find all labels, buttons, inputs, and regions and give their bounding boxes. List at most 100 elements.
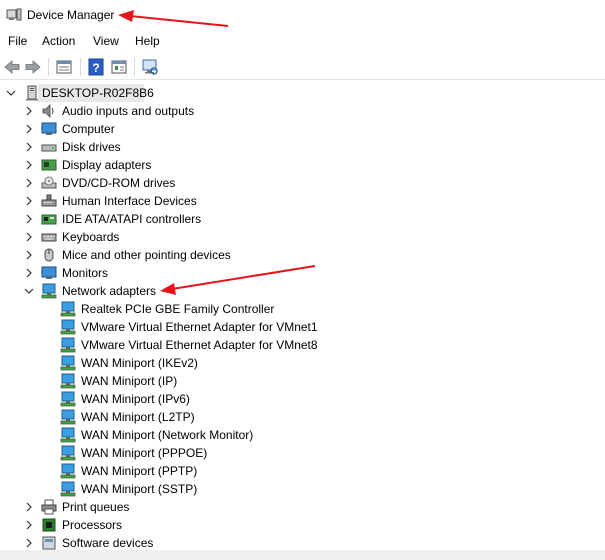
tree-category-label: Monitors <box>62 266 109 280</box>
tree-category-hid[interactable]: Human Interface Devices <box>0 192 580 210</box>
tree-device-label: WAN Miniport (PPTP) <box>81 464 198 478</box>
network-adapter-icon <box>60 301 76 317</box>
device-manager-icon <box>6 8 22 21</box>
tree-device-item[interactable]: Realtek PCIe GBE Family Controller <box>0 300 580 318</box>
tree-category-label: Software devices <box>62 536 154 550</box>
tree-device-item[interactable]: VMware Virtual Ethernet Adapter for VMne… <box>0 336 580 354</box>
network-adapter-icon <box>60 319 76 335</box>
menu-action[interactable]: Action <box>41 34 76 48</box>
tree-root[interactable]: DESKTOP-R02F8B6 <box>0 84 580 102</box>
tree-device-label: VMware Virtual Ethernet Adapter for VMne… <box>81 338 318 352</box>
tree-category-network-adapters[interactable]: Network adapters <box>0 282 580 300</box>
chevron-right-icon[interactable] <box>23 213 35 225</box>
tree-category-display-adapters[interactable]: Display adapters <box>0 156 580 174</box>
chevron-right-icon[interactable] <box>23 249 35 261</box>
processor-icon <box>42 518 56 532</box>
menu-help[interactable]: Help <box>134 34 161 48</box>
window-title: Device Manager <box>27 8 115 22</box>
menu-view[interactable]: View <box>92 34 120 48</box>
mouse-icon <box>44 248 54 262</box>
tree-category-keyboards[interactable]: Keyboards <box>0 228 580 246</box>
help-icon[interactable]: ? <box>87 58 105 76</box>
tree-category-audio[interactable]: Audio inputs and outputs <box>0 102 580 120</box>
svg-text:?: ? <box>92 61 99 75</box>
chevron-right-icon[interactable] <box>23 123 35 135</box>
printer-icon <box>41 499 57 515</box>
network-adapter-icon <box>60 391 76 407</box>
chevron-right-icon[interactable] <box>23 195 35 207</box>
menu-bar: File Action View Help <box>0 32 605 52</box>
tree-device-item[interactable]: WAN Miniport (Network Monitor) <box>0 426 580 444</box>
tree-category-label: Processors <box>62 518 123 532</box>
chevron-right-icon[interactable] <box>23 501 35 513</box>
tree-category-ide[interactable]: IDE ATA/ATAPI controllers <box>0 210 580 228</box>
network-adapter-icon <box>60 337 76 353</box>
tree-category-processors[interactable]: Processors <box>0 516 580 534</box>
network-adapter-icon <box>60 463 76 479</box>
device-tree[interactable]: DESKTOP-R02F8B6 Audio inputs and outputs… <box>0 84 605 560</box>
scan-hardware-icon[interactable] <box>141 58 159 76</box>
chevron-right-icon[interactable] <box>23 177 35 189</box>
keyboard-icon <box>41 233 57 242</box>
tree-category-label: Audio inputs and outputs <box>62 104 195 118</box>
toolbar-separator <box>134 58 135 76</box>
hid-icon <box>41 194 57 207</box>
chevron-right-icon[interactable] <box>23 231 35 243</box>
tree-device-label: VMware Virtual Ethernet Adapter for VMne… <box>81 320 318 334</box>
tree-device-item[interactable]: WAN Miniport (PPTP) <box>0 462 580 480</box>
tree-category-monitors[interactable]: Monitors <box>0 264 580 282</box>
chevron-right-icon[interactable] <box>23 141 35 153</box>
tree-device-item[interactable]: WAN Miniport (IKEv2) <box>0 354 580 372</box>
chevron-right-icon[interactable] <box>23 537 35 549</box>
network-adapter-icon <box>60 445 76 461</box>
tree-category-label: IDE ATA/ATAPI controllers <box>62 212 202 226</box>
tree-category-label: Human Interface Devices <box>62 194 197 208</box>
tree-category-mice[interactable]: Mice and other pointing devices <box>0 246 580 264</box>
tree-category-label: Network adapters <box>62 284 157 298</box>
toolbar-separator <box>80 58 81 76</box>
forward-arrow-icon[interactable] <box>24 58 42 76</box>
tree-category-computer[interactable]: Computer <box>0 120 580 138</box>
tree-device-label: WAN Miniport (IPv6) <box>81 392 190 406</box>
tree-device-item[interactable]: WAN Miniport (IPv6) <box>0 390 580 408</box>
chevron-right-icon[interactable] <box>23 105 35 117</box>
network-adapter-icon <box>41 283 57 299</box>
properties-grid-icon[interactable] <box>55 58 73 76</box>
chevron-right-icon[interactable] <box>23 159 35 171</box>
tree-category-disk-drives[interactable]: Disk drives <box>0 138 580 156</box>
ide-controller-icon <box>41 214 57 225</box>
tree-category-dvd[interactable]: DVD/CD-ROM drives <box>0 174 580 192</box>
chevron-right-icon[interactable] <box>23 519 35 531</box>
tree-device-item[interactable]: WAN Miniport (PPPOE) <box>0 444 580 462</box>
menu-file[interactable]: File <box>7 34 28 48</box>
update-driver-icon[interactable] <box>110 58 128 76</box>
toolbar: ? <box>0 54 605 80</box>
chevron-down-icon[interactable] <box>5 87 17 99</box>
monitor-icon <box>41 122 57 135</box>
chevron-right-icon[interactable] <box>23 267 35 279</box>
disk-drive-icon <box>41 144 57 152</box>
tree-category-label: Display adapters <box>62 158 152 172</box>
network-adapter-icon <box>60 355 76 371</box>
tree-device-item[interactable]: VMware Virtual Ethernet Adapter for VMne… <box>0 318 580 336</box>
network-adapter-icon <box>60 427 76 443</box>
tree-category-label: Print queues <box>62 500 130 514</box>
tree-device-item[interactable]: WAN Miniport (SSTP) <box>0 480 580 498</box>
tree-device-label: WAN Miniport (IKEv2) <box>81 356 198 370</box>
tree-category-label: Keyboards <box>62 230 120 244</box>
tree-device-item[interactable]: WAN Miniport (IP) <box>0 372 580 390</box>
horizontal-scrollbar[interactable] <box>0 550 605 560</box>
chevron-down-icon[interactable] <box>23 285 35 297</box>
title-bar: Device Manager <box>0 0 605 32</box>
tree-category-label: DVD/CD-ROM drives <box>62 176 176 190</box>
tree-category-label: Computer <box>62 122 115 136</box>
toolbar-separator <box>48 58 49 76</box>
network-adapter-icon <box>60 409 76 425</box>
tree-category-label: Disk drives <box>62 140 121 154</box>
tree-device-label: WAN Miniport (PPPOE) <box>81 446 208 460</box>
back-arrow-icon[interactable] <box>3 58 21 76</box>
network-adapter-icon <box>60 481 76 497</box>
tree-category-print-queues[interactable]: Print queues <box>0 498 580 516</box>
tree-device-item[interactable]: WAN Miniport (L2TP) <box>0 408 580 426</box>
computer-tower-icon <box>26 85 38 101</box>
